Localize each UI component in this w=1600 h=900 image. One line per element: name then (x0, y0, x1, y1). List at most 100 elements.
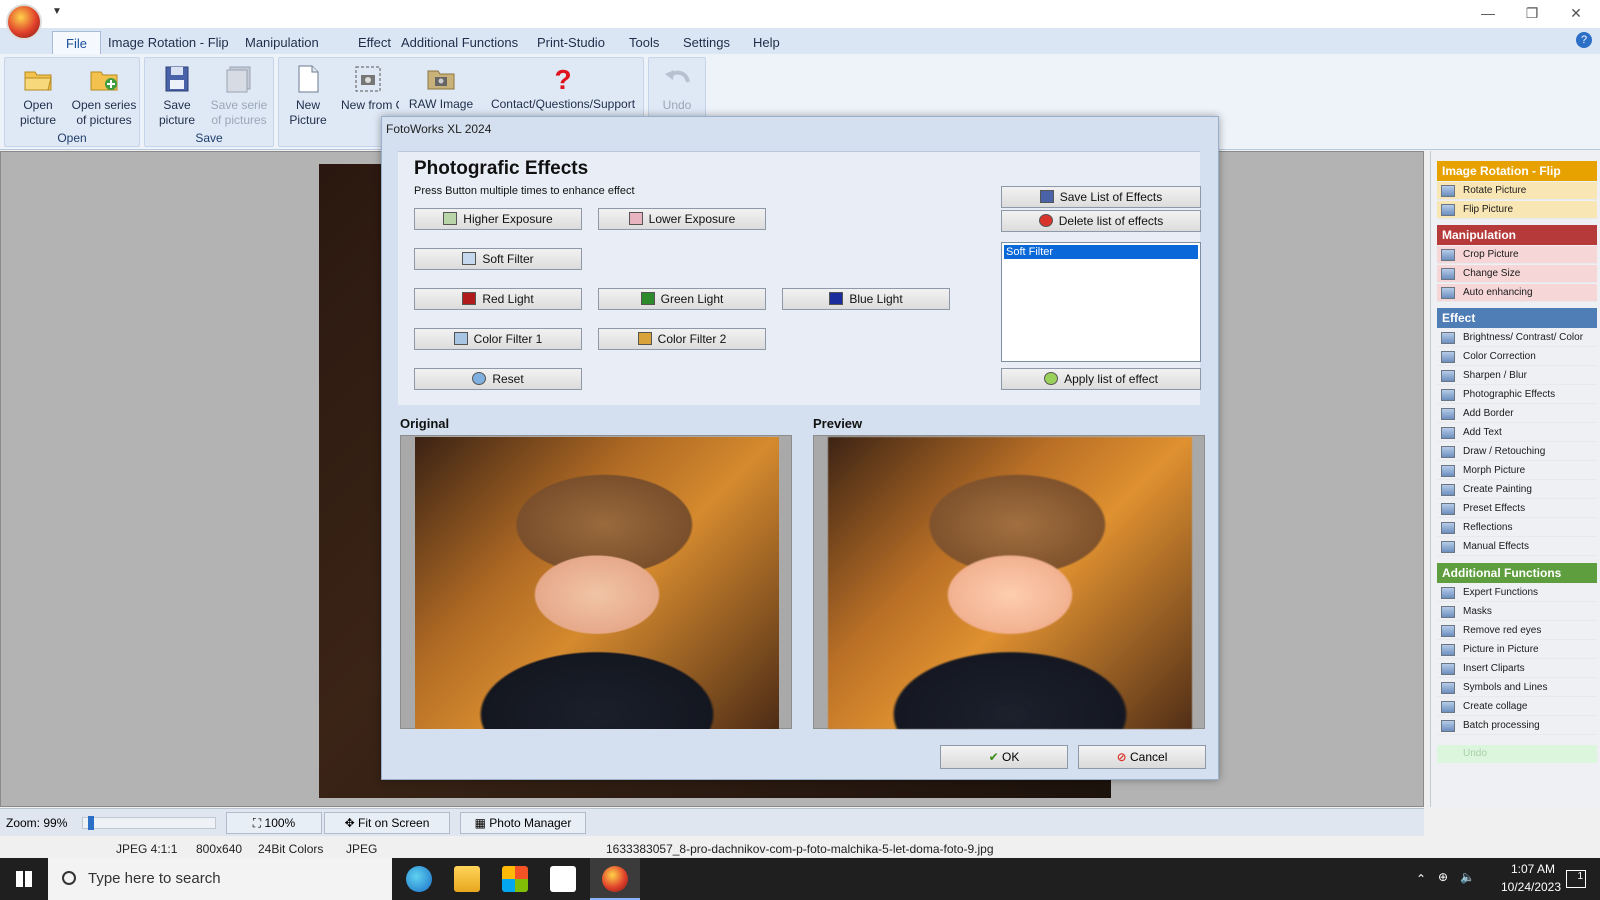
section-manipulation[interactable]: Manipulation (1437, 225, 1597, 245)
open-folder-icon (24, 71, 52, 91)
svg-text:?: ? (554, 64, 571, 93)
section-additional-functions[interactable]: Additional Functions (1437, 563, 1597, 583)
tab-manipulation[interactable]: Manipulation (232, 31, 332, 54)
new-picture-button[interactable]: New Picture (283, 60, 333, 128)
tab-help[interactable]: Help (740, 31, 793, 54)
panel-item-batch-processing[interactable]: Batch processing (1437, 717, 1597, 735)
apply-list-button[interactable]: Apply list of effect (1001, 368, 1201, 390)
panel-item-expert-functions[interactable]: Expert Functions (1437, 584, 1597, 602)
soft-filter-button[interactable]: Soft Filter (414, 248, 582, 270)
mask-icon (1441, 606, 1455, 618)
tab-settings[interactable]: Settings (670, 31, 743, 54)
store-icon[interactable] (502, 866, 528, 892)
lower-exposure-button[interactable]: Lower Exposure (598, 208, 766, 230)
panel-item-add-text[interactable]: Add Text (1437, 424, 1597, 442)
fit-on-screen-button[interactable]: ✥ Fit on Screen (324, 812, 450, 834)
fit-screen-icon: ✥ (344, 816, 358, 830)
function-panel: Image Rotation - Flip Rotate Picture Fli… (1430, 151, 1600, 807)
panel-item-crop-picture[interactable]: Crop Picture (1437, 246, 1597, 264)
file-explorer-icon[interactable] (454, 866, 480, 892)
color-palette-icon (1441, 351, 1455, 363)
panel-item-symbols-lines[interactable]: Symbols and Lines (1437, 679, 1597, 697)
close-icon[interactable]: ✕ (1554, 2, 1598, 24)
save-list-icon (1039, 190, 1054, 203)
taskbar-search[interactable]: Type here to search (48, 858, 392, 900)
edge-browser-icon[interactable] (406, 866, 432, 892)
higher-exposure-button[interactable]: Higher Exposure (414, 208, 582, 230)
panel-item-draw-retouching[interactable]: Draw / Retouching (1437, 443, 1597, 461)
new-from-clipboard-button[interactable]: New from Clipboard (337, 60, 399, 113)
brush-icon (1441, 446, 1455, 458)
panel-item-masks[interactable]: Masks (1437, 603, 1597, 621)
volume-icon[interactable]: 🔈 (1460, 870, 1475, 884)
section-effect[interactable]: Effect (1437, 308, 1597, 328)
panel-item-flip-picture[interactable]: Flip Picture (1437, 201, 1597, 219)
windows-start-icon[interactable] (0, 858, 48, 900)
app-logo-icon[interactable] (6, 4, 42, 40)
effects-list-item[interactable]: Soft Filter (1004, 245, 1198, 259)
cancel-button[interactable]: ⊘ Cancel (1078, 745, 1206, 769)
zoom-slider[interactable] (82, 816, 216, 830)
group-label-save: Save (195, 131, 223, 145)
blue-light-button[interactable]: Blue Light (782, 288, 950, 310)
effects-list[interactable]: Soft Filter (1001, 242, 1201, 362)
panel-item-reflections[interactable]: Reflections (1437, 519, 1597, 537)
undo-button[interactable]: Undo (651, 60, 703, 113)
tab-tools[interactable]: Tools (616, 31, 672, 54)
save-list-button[interactable]: Save List of Effects (1001, 186, 1201, 208)
frame-icon (1441, 408, 1455, 420)
raw-image-button[interactable]: RAW Image (406, 59, 476, 112)
network-icon[interactable]: ⊕ (1438, 870, 1448, 884)
panel-item-insert-cliparts[interactable]: Insert Cliparts (1437, 660, 1597, 678)
tab-print-studio[interactable]: Print-Studio (524, 31, 618, 54)
panel-item-add-border[interactable]: Add Border (1437, 405, 1597, 423)
green-light-button[interactable]: Green Light (598, 288, 766, 310)
help-icon[interactable]: ? (1576, 32, 1592, 48)
open-picture-button[interactable]: Open picture (7, 60, 69, 128)
panel-item-rotate-picture[interactable]: Rotate Picture (1437, 182, 1597, 200)
minimize-icon[interactable]: — (1466, 2, 1510, 24)
ok-button[interactable]: ✔ OK (940, 745, 1068, 769)
panel-item-auto-enhancing[interactable]: Auto enhancing (1437, 284, 1597, 302)
save-serie-button[interactable]: Save serie of pictures (205, 60, 273, 128)
open-series-button[interactable]: Open series of pictures (69, 60, 139, 128)
mail-icon[interactable] (550, 866, 576, 892)
reset-button[interactable]: Reset (414, 368, 582, 390)
panel-item-manual-effects[interactable]: Manual Effects (1437, 538, 1597, 556)
panel-item-color-correction[interactable]: Color Correction (1437, 348, 1597, 366)
effects-controls-panel: Photografic Effects Press Button multipl… (398, 151, 1201, 405)
save-picture-button[interactable]: Save picture (149, 60, 205, 128)
panel-undo-item[interactable]: Undo (1437, 745, 1597, 763)
quick-access-dropdown-icon[interactable]: ▼ (52, 6, 62, 17)
zoom-slider-thumb[interactable] (88, 816, 95, 830)
clock-time[interactable]: 1:07 AM (1496, 862, 1570, 876)
notification-icon[interactable]: 1 (1566, 870, 1586, 888)
panel-item-sharpen-blur[interactable]: Sharpen / Blur (1437, 367, 1597, 385)
photo-manager-button[interactable]: ▦ Photo Manager (460, 812, 586, 834)
panel-item-photographic-effects[interactable]: Photographic Effects (1437, 386, 1597, 404)
panel-item-create-collage[interactable]: Create collage (1437, 698, 1597, 716)
panel-item-change-size[interactable]: Change Size (1437, 265, 1597, 283)
panel-item-preset-effects[interactable]: Preset Effects (1437, 500, 1597, 518)
panel-item-picture-in-picture[interactable]: Picture in Picture (1437, 641, 1597, 659)
section-image-rotation[interactable]: Image Rotation - Flip (1437, 161, 1597, 181)
tab-image-rotation[interactable]: Image Rotation - Flip (95, 31, 242, 54)
fotoworks-taskbar-button[interactable] (590, 858, 640, 900)
tab-file[interactable]: File (52, 31, 101, 54)
red-light-button[interactable]: Red Light (414, 288, 582, 310)
panel-item-create-painting[interactable]: Create Painting (1437, 481, 1597, 499)
color-filter-1-button[interactable]: Color Filter 1 (414, 328, 582, 350)
panel-item-brightness[interactable]: Brightness/ Contrast/ Color (1437, 329, 1597, 347)
color-filter-2-button[interactable]: Color Filter 2 (598, 328, 766, 350)
delete-list-button[interactable]: Delete list of effects (1001, 210, 1201, 232)
support-button[interactable]: ? Contact/Questions/Support (486, 59, 640, 112)
tray-chevron-icon[interactable]: ⌃ (1416, 872, 1426, 886)
panel-item-morph-picture[interactable]: Morph Picture (1437, 462, 1597, 480)
clock-date[interactable]: 10/24/2023 (1486, 880, 1576, 894)
restore-icon[interactable]: ❐ (1510, 2, 1554, 24)
question-mark-icon: ? (554, 64, 571, 93)
panel-item-remove-red-eyes[interactable]: Remove red eyes (1437, 622, 1597, 640)
tab-additional-functions[interactable]: Additional Functions (388, 31, 531, 54)
zoom-100-button[interactable]: ⛶ 100% (226, 812, 322, 834)
title-bar: ▼ — ❐ ✕ (0, 0, 1600, 40)
